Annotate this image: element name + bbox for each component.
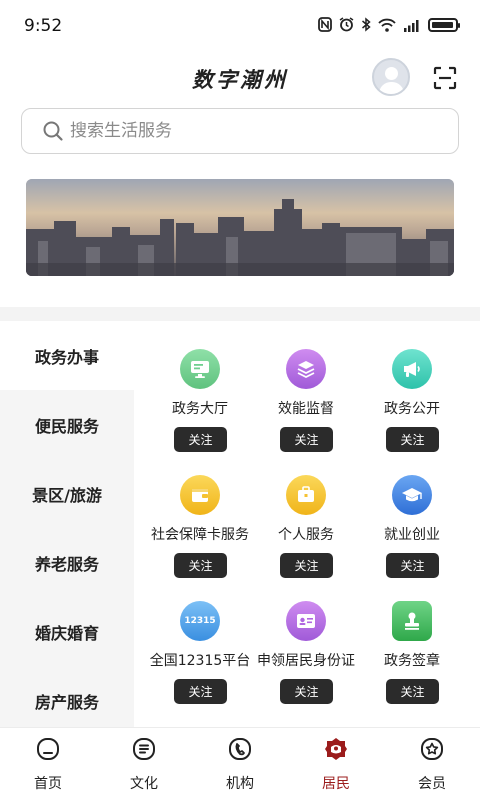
monitor-icon xyxy=(180,349,220,389)
nav-item-residents[interactable]: 居民 xyxy=(288,728,384,800)
user-avatar[interactable] xyxy=(372,58,410,96)
status-icons xyxy=(318,17,460,32)
sidebar-item-scenic-tourism[interactable]: 景区/旅游 xyxy=(0,459,134,528)
service-tile-12315-platform[interactable]: 12315 全国12315平台 关注 xyxy=(140,573,260,704)
sidebar-item-label: 景区/旅游 xyxy=(32,485,102,505)
nav-item-membership[interactable]: 会员 xyxy=(384,728,480,800)
service-tile-efficiency-supervision[interactable]: 效能监督 关注 xyxy=(246,321,366,452)
id-card-icon xyxy=(286,601,326,641)
sidebar-item-label: 政务办事 xyxy=(34,347,99,367)
wallet-icon xyxy=(180,475,220,515)
service-tile-government-disclosure[interactable]: 政务公开 关注 xyxy=(352,321,472,452)
icon-text: 12315 xyxy=(184,616,216,626)
sidebar-item-elderly-care[interactable]: 养老服务 xyxy=(0,528,134,597)
city-skyline-illustration xyxy=(26,179,454,276)
briefcase-icon xyxy=(286,475,326,515)
sidebar-item-housing-services[interactable]: 房产服务 xyxy=(0,666,134,727)
wifi-icon xyxy=(378,18,396,32)
service-label: 政务签章 xyxy=(384,653,440,669)
nav-label: 文化 xyxy=(130,776,158,792)
sidebar-item-government-affairs[interactable]: 政务办事 xyxy=(0,321,134,390)
battery-icon xyxy=(428,17,460,32)
service-label: 政务大厅 xyxy=(172,401,228,417)
sidebar-item-label: 婚庆婚育 xyxy=(34,623,99,643)
service-tile-id-card-application[interactable]: 申领居民身份证 关注 xyxy=(246,573,366,704)
nav-label: 居民 xyxy=(322,776,350,792)
institution-icon xyxy=(229,738,251,760)
stamp-icon xyxy=(392,601,432,641)
bluetooth-icon xyxy=(362,17,371,32)
service-tile-government-seal[interactable]: 政务签章 关注 xyxy=(352,573,472,704)
sidebar-item-marriage-childbirth[interactable]: 婚庆婚育 xyxy=(0,597,134,666)
resident-icon xyxy=(325,738,347,760)
service-label: 就业创业 xyxy=(384,527,440,543)
follow-button[interactable]: 关注 xyxy=(280,679,333,704)
service-tile-social-security-card[interactable]: 社会保障卡服务 关注 xyxy=(140,447,260,578)
sidebar-item-label: 养老服务 xyxy=(34,554,99,574)
alarm-icon xyxy=(339,17,354,32)
member-icon xyxy=(421,738,443,760)
badge-12315-icon: 12315 xyxy=(180,601,220,641)
follow-button[interactable]: 关注 xyxy=(174,679,227,704)
book-icon xyxy=(133,738,155,760)
service-label: 社会保障卡服务 xyxy=(151,527,249,543)
service-tile-personal-services[interactable]: 个人服务 关注 xyxy=(246,447,366,578)
graduation-cap-icon xyxy=(392,475,432,515)
status-bar: 9:52 xyxy=(0,0,480,56)
service-label: 个人服务 xyxy=(278,527,334,543)
nav-label: 机构 xyxy=(226,776,254,792)
search-icon xyxy=(43,121,63,141)
avatar-head xyxy=(385,67,398,80)
nav-label: 首页 xyxy=(34,776,62,792)
search-bar[interactable] xyxy=(21,108,459,154)
service-label: 申领居民身份证 xyxy=(257,653,355,669)
bottom-navigation: 首页 文化 机构 居民 会员 xyxy=(0,727,480,800)
nav-item-culture[interactable]: 文化 xyxy=(96,728,192,800)
layers-icon xyxy=(286,349,326,389)
section-divider xyxy=(0,307,480,321)
nav-item-institutions[interactable]: 机构 xyxy=(192,728,288,800)
city-banner-image[interactable] xyxy=(26,179,454,276)
nfc-icon xyxy=(318,17,332,32)
category-sidebar: 政务办事 便民服务 景区/旅游 养老服务 婚庆婚育 房产服务 xyxy=(0,321,134,727)
service-label: 政务公开 xyxy=(384,401,440,417)
nav-item-home[interactable]: 首页 xyxy=(0,728,96,800)
sidebar-item-convenience-services[interactable]: 便民服务 xyxy=(0,390,134,459)
service-tile-employment-entrepreneurship[interactable]: 就业创业 关注 xyxy=(352,447,472,578)
sidebar-item-label: 便民服务 xyxy=(34,416,99,436)
sidebar-item-label: 房产服务 xyxy=(34,692,99,712)
search-input[interactable] xyxy=(70,121,430,141)
app-header: 数字潮州 xyxy=(0,56,480,104)
follow-button[interactable]: 关注 xyxy=(386,679,439,704)
service-label: 全国12315平台 xyxy=(149,653,251,669)
signal-icon xyxy=(404,19,419,32)
status-time: 9:52 xyxy=(24,16,63,36)
service-grid: 政务大厅 关注 效能监督 关注 政务公开 关注 社会保障卡服务 关注 个人服务 … xyxy=(134,321,480,727)
megaphone-icon xyxy=(392,349,432,389)
service-label: 效能监督 xyxy=(278,401,334,417)
service-tile-government-hall[interactable]: 政务大厅 关注 xyxy=(140,321,260,452)
nav-label: 会员 xyxy=(418,776,446,792)
scan-icon[interactable] xyxy=(432,65,458,91)
avatar-body xyxy=(379,82,404,94)
home-icon xyxy=(37,738,59,760)
